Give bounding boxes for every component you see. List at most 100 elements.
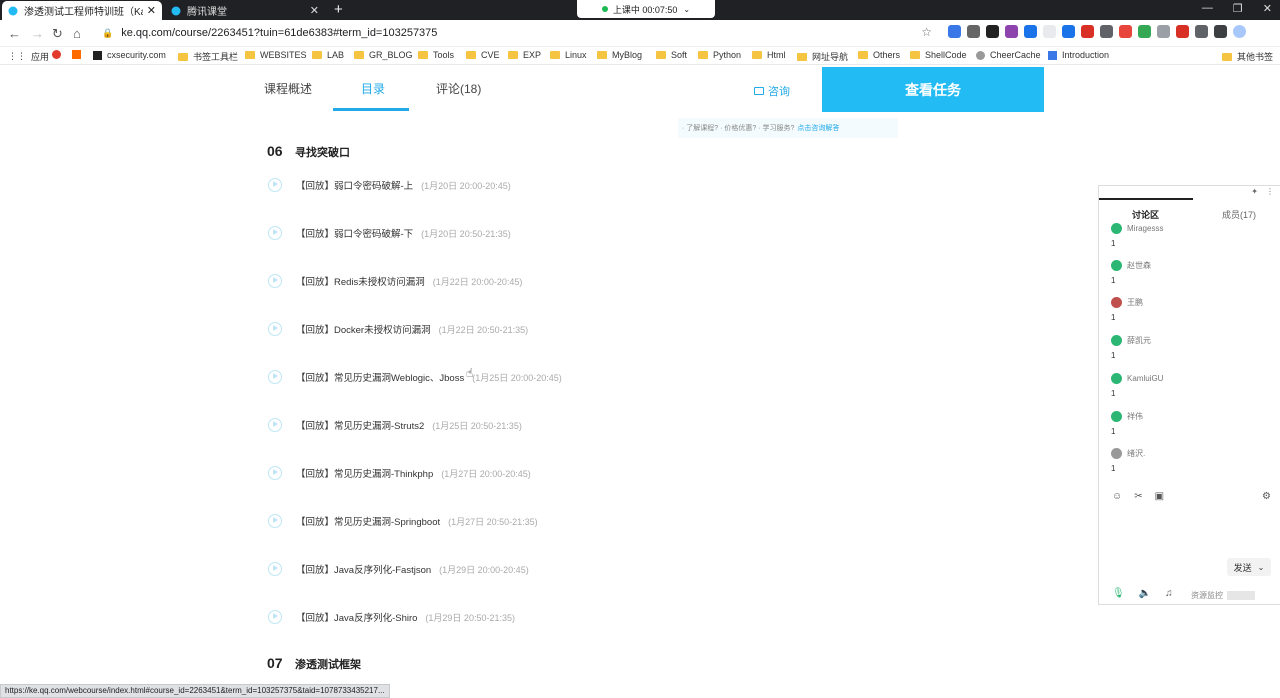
pin-icon[interactable]: ✦ [1251,187,1258,196]
lesson-time: (1月20日 20:50-21:35) [421,228,511,239]
lesson-item[interactable]: 【回放】弱口令密码破解-下 (1月20日 20:50-21:35) [268,226,511,240]
browser-tabstrip: 渗透测试工程师特训班（Kali攻 ✕ 腾讯课堂 ✕ + 上课中 00:07:50… [0,0,1280,20]
bookmark-folder[interactable]: Linux [550,50,587,60]
bookmark-folder[interactable]: Tools [418,50,454,60]
consult-button[interactable]: 咨询 [754,83,790,99]
bookmark-folder[interactable]: LAB [312,50,344,60]
avatar[interactable] [1111,223,1122,234]
tab-overview[interactable]: 课程概述 [264,80,312,97]
bookmark-folder[interactable]: Python [698,50,741,60]
tab-discussion[interactable]: 讨论区 [1132,208,1159,221]
extension-icon[interactable] [948,25,961,38]
lesson-item[interactable]: 【回放】Java反序列化-Fastjson (1月29日 20:00-20:45) [268,562,529,576]
bookmark-folder[interactable]: 其他书签 [1222,50,1273,63]
extension-icon[interactable] [1157,25,1170,38]
lesson-item[interactable]: 【回放】Redis未授权访问漏洞 (1月22日 20:00-20:45) [268,274,522,288]
bookmark-item[interactable]: Introduction [1048,50,1109,60]
avatar[interactable] [1111,411,1122,422]
avatar[interactable] [1111,335,1122,346]
bookmark-item[interactable] [72,50,86,59]
extension-icon[interactable] [1100,25,1113,38]
view-task-button[interactable]: 查看任务 [822,67,1044,112]
bookmark-folder[interactable]: CVE [466,50,500,60]
avatar[interactable] [1111,260,1122,271]
bookmark-folder[interactable]: ShellCode [910,50,967,60]
settings-icon[interactable]: ⚙ [1262,491,1271,502]
extension-icon[interactable] [1214,25,1227,38]
media-controls: 🎙 🔈 ♫ [1112,588,1173,599]
lesson-item[interactable]: 【回放】弱口令密码破解-上 (1月20日 20:00-20:45) [268,178,511,192]
tab-members[interactable]: 成员(17) [1222,208,1256,221]
extension-icon[interactable] [1043,25,1056,38]
send-button[interactable]: 发送 ⌄ [1227,558,1271,576]
chat-message: KamluiGU 1 [1111,373,1163,398]
close-tab-icon[interactable]: ✕ [310,4,319,17]
bookmark-folder[interactable]: GR_BLOG [354,50,413,60]
bookmark-folder[interactable]: Soft [656,50,687,60]
bookmark-item[interactable] [52,50,66,59]
music-icon[interactable]: ♫ [1165,588,1173,599]
extension-icon[interactable] [1005,25,1018,38]
home-icon[interactable]: ⌂ [73,26,81,41]
recording-indicator[interactable]: 上课中 00:07:50 ⌄ [577,0,715,18]
scissors-icon[interactable]: ✂ [1134,491,1142,502]
new-tab-button[interactable]: + [334,1,343,18]
folder-icon [910,51,920,59]
browser-tab-tencent[interactable]: 腾讯课堂 ✕ [165,1,325,20]
emoji-icon[interactable]: ☺ [1112,491,1122,502]
lesson-item[interactable]: 【回放】常见历史漏洞-Springboot (1月27日 20:50-21:35) [268,514,538,528]
lesson-title: 【回放】弱口令密码破解-上 [296,181,414,192]
extension-icon[interactable] [1176,25,1189,38]
extension-icon[interactable] [986,25,999,38]
avatar[interactable] [1111,297,1122,308]
bookmark-folder[interactable]: Html [752,50,786,60]
speaker-icon[interactable]: 🔈 [1139,588,1151,599]
bookmark-folder[interactable]: EXP [508,50,541,60]
bookmark-apps[interactable]: ⋮⋮ 应用 [8,50,49,63]
image-icon[interactable]: ▣ [1155,491,1164,502]
bookmark-star-icon[interactable]: ☆ [921,25,932,39]
maximize-icon[interactable]: ❐ [1233,2,1243,15]
bookmark-item[interactable]: CheerCache [976,50,1041,60]
bookmark-folder[interactable]: 书签工具栏 [178,50,238,63]
sender-name: 赵世森 [1127,261,1151,270]
extension-icon[interactable] [1119,25,1132,38]
back-icon[interactable]: ← [8,26,21,41]
bookmark-folder[interactable]: 网址导航 [797,50,848,63]
bookmark-folder[interactable]: Others [858,50,900,60]
tab-title: 渗透测试工程师特训班（Kali攻 [24,7,143,18]
faq-hint: · 了解课程? · 价格优惠? · 学习服务? 点击咨询解答 [678,118,898,138]
extension-icon[interactable] [1062,25,1075,38]
replay-icon [268,274,282,288]
address-bar[interactable]: 🔒 ke.qq.com/course/2263451?tuin=61de6383… [96,23,938,43]
avatar[interactable] [1111,448,1122,459]
extension-icon[interactable] [1195,25,1208,38]
extension-icon[interactable] [1138,25,1151,38]
lesson-item[interactable]: 【回放】Docker未授权访问漏洞 (1月22日 20:50-21:35) [268,322,528,336]
tab-comments[interactable]: 评论(18) [436,80,481,97]
lesson-item[interactable]: 【回放】常见历史漏洞Weblogic、Jboss (1月25日 20:00-20:… [268,370,562,384]
lesson-item[interactable]: 【回放】Java反序列化-Shiro (1月29日 20:50-21:35) [268,610,515,624]
close-window-icon[interactable]: ✕ [1263,2,1272,15]
extension-icon[interactable] [1024,25,1037,38]
bookmark-folder[interactable]: MyBlog [597,50,642,60]
extension-icon[interactable] [1081,25,1094,38]
reload-icon[interactable]: ↻ [52,26,63,42]
forward-icon[interactable]: → [31,26,44,41]
close-tab-icon[interactable]: ✕ [147,4,156,17]
minimize-icon[interactable]: — [1202,2,1213,15]
lesson-item[interactable]: 【回放】常见历史漏洞-Thinkphp (1月27日 20:00-20:45) [268,466,531,480]
lesson-item[interactable]: 【回放】常见历史漏洞-Struts2 (1月25日 20:50-21:35) [268,418,522,432]
more-icon[interactable]: ⋮ [1266,187,1274,196]
bookmark-folder[interactable]: WEBSITES [245,50,307,60]
extension-icon[interactable] [967,25,980,38]
profile-avatar[interactable] [1233,25,1246,38]
tab-catalog[interactable]: 目录 [361,80,385,97]
microphone-icon[interactable]: 🎙 [1112,588,1125,599]
browser-tab-course[interactable]: 渗透测试工程师特训班（Kali攻 ✕ [2,1,162,20]
page-icon [1048,50,1057,60]
resource-monitor[interactable]: 资源监控 [1191,590,1255,601]
avatar[interactable] [1111,373,1122,384]
bookmark-cxsecurity[interactable]: cxsecurity.com [93,50,166,60]
faq-link[interactable]: 点击咨询解答 [797,123,839,133]
